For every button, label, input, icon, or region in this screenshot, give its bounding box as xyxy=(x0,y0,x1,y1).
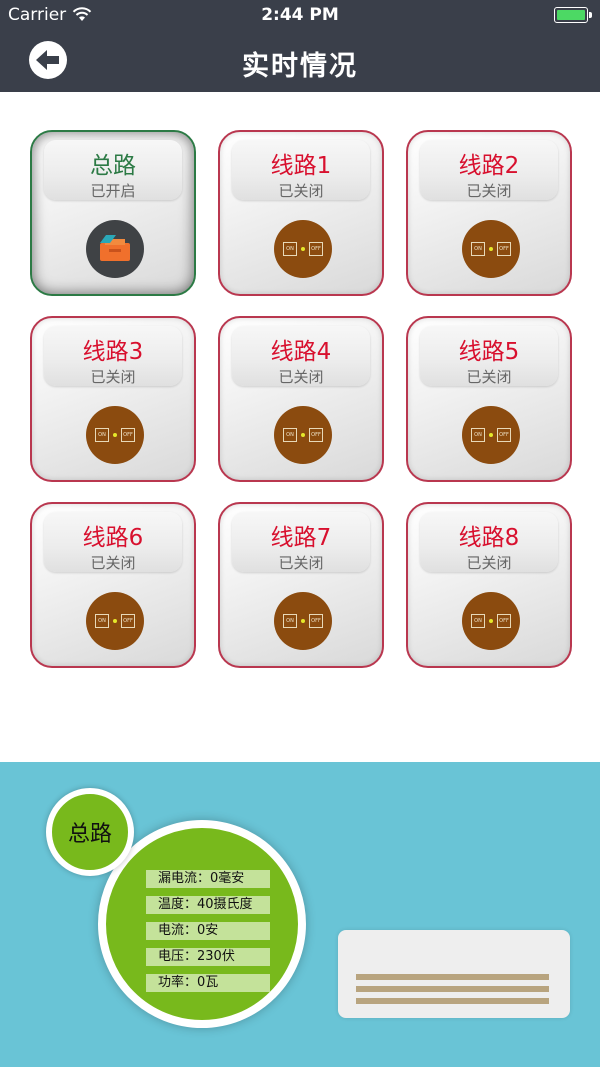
off-label: OFF xyxy=(497,614,511,628)
metric-row: 电压：230伏 xyxy=(146,948,270,966)
indicator-dot xyxy=(301,247,305,251)
line-state: 已关闭 xyxy=(278,368,324,386)
indicator-dot xyxy=(113,619,117,623)
line-card-1[interactable]: 线路1 已关闭 ON OFF xyxy=(218,130,384,296)
line-state: 已关闭 xyxy=(278,554,324,572)
card-label-box: 线路5 已关闭 xyxy=(420,326,558,386)
line-name: 线路4 xyxy=(270,339,332,365)
line-name: 线路7 xyxy=(270,525,332,551)
card-label-box: 线路2 已关闭 xyxy=(420,140,558,200)
on-label: ON xyxy=(283,614,297,628)
battery-icon xyxy=(554,7,592,23)
card-label-box: 总路 已开启 xyxy=(44,140,182,200)
metric-row: 功率：0瓦 xyxy=(146,974,270,992)
indicator-dot xyxy=(301,619,305,623)
power-switch-icon[interactable]: ON OFF xyxy=(462,220,520,278)
toolbox-shape xyxy=(100,235,130,261)
line-card-7[interactable]: 线路7 已关闭 ON OFF xyxy=(218,502,384,668)
off-label: OFF xyxy=(497,242,511,256)
page-title: 实时情况 xyxy=(242,51,358,82)
card-label-box: 线路3 已关闭 xyxy=(44,326,182,386)
line-card-5[interactable]: 线路5 已关闭 ON OFF xyxy=(406,316,572,482)
off-label: OFF xyxy=(309,428,323,442)
line-card-0[interactable]: 总路 已开启 xyxy=(30,130,196,296)
line-name: 线路3 xyxy=(82,339,144,365)
navigation-bar: 实时情况 xyxy=(0,30,600,92)
line-state: 已关闭 xyxy=(278,182,324,200)
line-name: 线路2 xyxy=(458,153,520,179)
on-label: ON xyxy=(95,428,109,442)
line-name: 线路1 xyxy=(270,153,332,179)
panel-title-badge: 总路 xyxy=(46,788,134,876)
line-card-8[interactable]: 线路8 已关闭 ON OFF xyxy=(406,502,572,668)
line-card-2[interactable]: 线路2 已关闭 ON OFF xyxy=(406,130,572,296)
line-name: 总路 xyxy=(90,153,136,179)
on-label: ON xyxy=(471,242,485,256)
power-switch-icon[interactable]: ON OFF xyxy=(462,406,520,464)
line-state: 已开启 xyxy=(90,182,136,200)
on-label: ON xyxy=(283,428,297,442)
panel-title: 总路 xyxy=(67,822,112,847)
air-conditioner-image xyxy=(338,930,570,1018)
line-state: 已关闭 xyxy=(466,182,512,200)
card-label-box: 线路6 已关闭 xyxy=(44,512,182,572)
on-label: ON xyxy=(95,614,109,628)
power-switch-icon[interactable]: ON OFF xyxy=(86,592,144,650)
on-label: ON xyxy=(283,242,297,256)
card-label-box: 线路1 已关闭 xyxy=(232,140,370,200)
line-state: 已关闭 xyxy=(90,368,136,386)
indicator-dot xyxy=(489,433,493,437)
indicator-dot xyxy=(489,619,493,623)
power-switch-icon[interactable]: ON OFF xyxy=(274,406,332,464)
off-label: OFF xyxy=(497,428,511,442)
metric-row: 漏电流：0毫安 xyxy=(146,870,270,888)
card-label-box: 线路7 已关闭 xyxy=(232,512,370,572)
line-grid: 总路 已开启 线路1 已关闭 ON OFF 线路2 已关闭 ON OFF 线路3 已关闭 ON OFF 线路… xyxy=(0,92,600,762)
card-label-box: 线路4 已关闭 xyxy=(232,326,370,386)
line-card-3[interactable]: 线路3 已关闭 ON OFF xyxy=(30,316,196,482)
line-state: 已关闭 xyxy=(466,368,512,386)
off-label: OFF xyxy=(121,614,135,628)
line-state: 已关闭 xyxy=(466,554,512,572)
on-label: ON xyxy=(471,614,485,628)
off-label: OFF xyxy=(309,614,323,628)
metric-row: 温度：40摄氏度 xyxy=(146,896,270,914)
off-label: OFF xyxy=(121,428,135,442)
clock-label: 2:44 PM xyxy=(261,5,339,25)
off-label: OFF xyxy=(309,242,323,256)
info-panel: 漏电流：0毫安 温度：40摄氏度 电流：0安电压：230伏 功率：0瓦 总路 xyxy=(0,762,600,1067)
card-label-box: 线路8 已关闭 xyxy=(420,512,558,572)
power-switch-icon[interactable]: ON OFF xyxy=(274,220,332,278)
on-label: ON xyxy=(471,428,485,442)
line-name: 线路6 xyxy=(82,525,144,551)
indicator-dot xyxy=(489,247,493,251)
power-switch-icon[interactable]: ON OFF xyxy=(274,592,332,650)
indicator-dot xyxy=(113,433,117,437)
line-card-4[interactable]: 线路4 已关闭 ON OFF xyxy=(218,316,384,482)
metric-row: 电流：0安 xyxy=(146,922,270,940)
line-name: 线路8 xyxy=(458,525,520,551)
power-switch-icon[interactable]: ON OFF xyxy=(462,592,520,650)
indicator-dot xyxy=(301,433,305,437)
line-card-6[interactable]: 线路6 已关闭 ON OFF xyxy=(30,502,196,668)
power-switch-icon[interactable]: ON OFF xyxy=(86,406,144,464)
line-name: 线路5 xyxy=(458,339,520,365)
toolbox-icon[interactable] xyxy=(86,220,144,278)
line-state: 已关闭 xyxy=(90,554,136,572)
status-bar: Carrier 2:44 PM xyxy=(0,0,600,30)
